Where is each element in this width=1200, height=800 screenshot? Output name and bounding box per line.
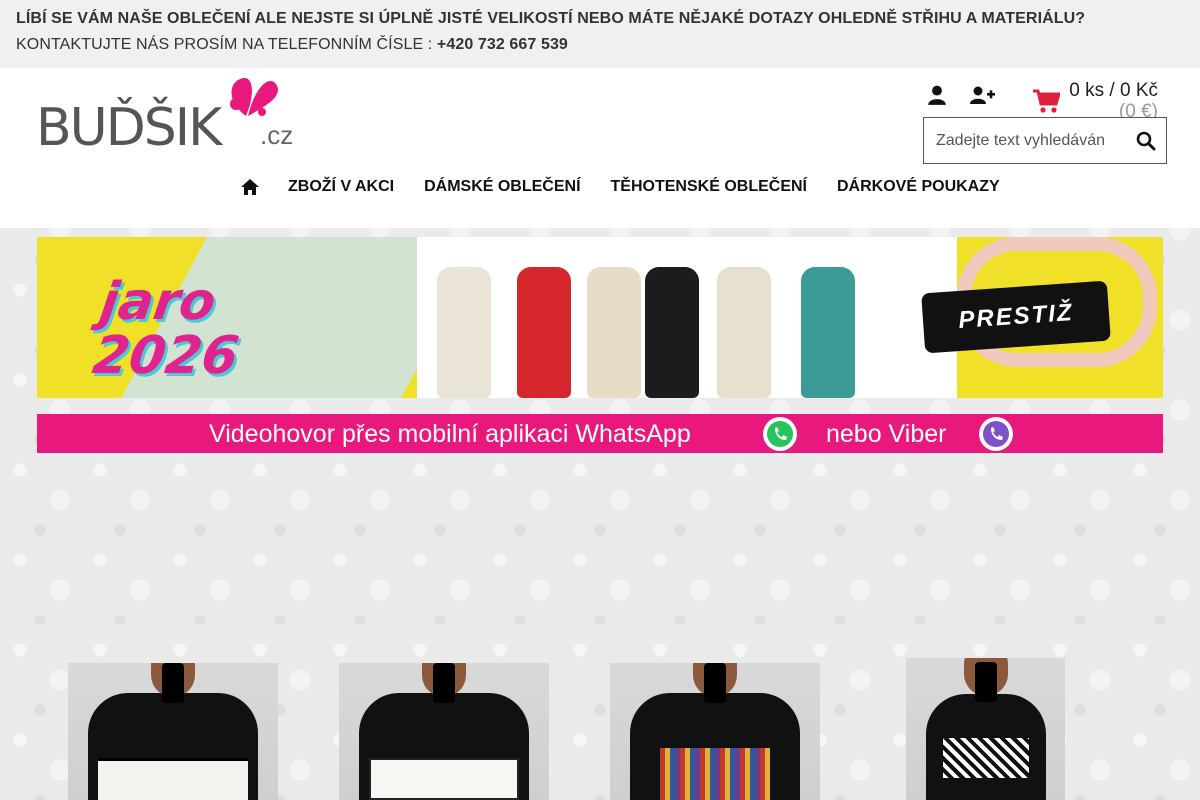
- announcement-line-2: KONTAKTUJTE NÁS PROSÍM NA TELEFONNÍM ČÍS…: [16, 36, 1184, 54]
- model-figure: [587, 267, 641, 398]
- phone-number[interactable]: +420 732 667 539: [437, 36, 568, 53]
- garment-pattern-panel: [369, 758, 519, 800]
- whatsapp-icon: [763, 417, 797, 451]
- garment-pattern-panel: [660, 748, 770, 800]
- product-card[interactable]: [339, 663, 549, 800]
- announcement-bar: LÍBÍ SE VÁM NAŠE OBLEČENÍ ALE NEJSTE SI …: [0, 0, 1200, 68]
- search-icon[interactable]: [1136, 131, 1156, 151]
- hero-title: jaro 2026: [89, 272, 304, 386]
- logo-name: BUĎŠIK: [36, 98, 222, 158]
- model-figure: [437, 267, 491, 398]
- viber-icon: [979, 417, 1013, 451]
- product-card[interactable]: [610, 663, 820, 800]
- model-figure: [517, 267, 571, 398]
- model-phone: [162, 663, 184, 703]
- product-card[interactable]: [906, 658, 1065, 800]
- logo-tld: .cz: [260, 120, 294, 150]
- nav-item-maternity-clothing[interactable]: TĚHOTENSKÉ OBLEČENÍ: [611, 178, 807, 196]
- announcement-line-1: LÍBÍ SE VÁM NAŠE OBLEČENÍ ALE NEJSTE SI …: [16, 10, 1086, 27]
- product-card[interactable]: [68, 663, 278, 800]
- main-navigation: ZBOŽÍ V AKCI DÁMSKÉ OBLEČENÍ TĚHOTENSKÉ …: [240, 176, 1030, 198]
- garment-pattern-panel: [942, 738, 1029, 778]
- home-icon[interactable]: [240, 178, 260, 196]
- search-box: [923, 117, 1167, 164]
- site-logo[interactable]: BUĎŠIK .cz: [36, 72, 306, 158]
- model-phone: [433, 663, 455, 703]
- video-call-text: Videohovor přes mobilní aplikaci WhatsAp…: [209, 420, 691, 448]
- cart-summary: 0 ks / 0 Kč (0 €): [1069, 80, 1158, 122]
- search-input[interactable]: [924, 118, 1124, 163]
- nav-item-womens-clothing[interactable]: DÁMSKÉ OBLEČENÍ: [424, 178, 580, 196]
- shopping-cart-icon: [1033, 89, 1060, 113]
- product-grid: [0, 640, 1200, 800]
- model-figure: [717, 267, 771, 398]
- nav-item-sale[interactable]: ZBOŽÍ V AKCI: [288, 178, 394, 196]
- announcement-contact-text: KONTAKTUJTE NÁS PROSÍM NA TELEFONNÍM ČÍS…: [16, 36, 437, 53]
- user-icon[interactable]: [924, 84, 950, 106]
- video-call-text-viber: nebo Viber: [826, 420, 947, 448]
- hero-banner[interactable]: jaro 2026 PRESTIŽ: [37, 237, 1163, 398]
- nav-item-gift-vouchers[interactable]: DÁRKOVÉ POUKAZY: [837, 178, 1000, 196]
- garment-pattern-panel: [98, 758, 248, 800]
- model-phone: [974, 662, 997, 702]
- hero-models-photo: [437, 237, 877, 398]
- video-call-banner[interactable]: Videohovor přes mobilní aplikaci WhatsAp…: [37, 414, 1163, 453]
- user-plus-icon[interactable]: [970, 84, 996, 106]
- site-header: BUĎŠIK .cz 0 ks / 0 Kč (0 €) Zadejte tex…: [0, 68, 1200, 228]
- hero-title-line-1: jaro: [96, 272, 220, 332]
- model-figure: [645, 267, 699, 398]
- cart-count-total: 0 ks / 0 Kč: [1069, 80, 1158, 101]
- model-figure: [801, 267, 855, 398]
- model-phone: [704, 663, 726, 703]
- hero-title-line-2: 2026: [89, 326, 243, 386]
